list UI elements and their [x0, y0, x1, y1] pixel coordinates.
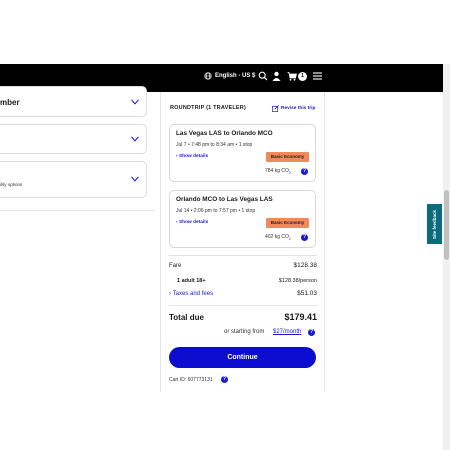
globe-icon — [204, 72, 212, 80]
accordion-panel-3[interactable] — [0, 161, 147, 198]
co2-subscript: 2 — [288, 237, 291, 241]
cart-id: Cart ID: 607773131 — [169, 377, 213, 383]
accordion-panel-1[interactable] — [0, 86, 147, 117]
adult-label: 1 adult 18+ — [177, 278, 206, 284]
accordion-panel-2[interactable] — [0, 124, 147, 154]
monthly-payment-link[interactable]: $27/month — [273, 329, 301, 335]
show-details-label: Show details — [178, 220, 209, 225]
fare-label: Fare — [169, 263, 182, 269]
info-icon[interactable]: ? — [301, 234, 308, 241]
total-due-value: $179.41 — [284, 312, 317, 322]
adult-value: $128.38/person — [278, 278, 317, 284]
fare-class-badge: Basic Economy — [266, 218, 309, 228]
divider — [169, 305, 317, 306]
flight-times: Jul 14 • 2:06 pm to 7:57 pm • 1 stop — [176, 208, 256, 214]
roundtrip-title: ROUNDTRIP (1 TRAVELER) — [170, 105, 247, 111]
total-due-label: Total due — [169, 313, 204, 322]
cart-icon[interactable] — [287, 71, 297, 81]
taxes-fees-label: Taxes and fees — [172, 291, 214, 297]
info-icon[interactable]: ? — [308, 329, 315, 336]
co2-emissions: 784 kg CO2 — [265, 168, 291, 175]
accordion-panel-3-sublabel: ility options — [0, 182, 23, 187]
show-details-link[interactable]: › Show details — [176, 154, 208, 159]
starting-from-label: or starting from — [224, 329, 265, 335]
flight-times: Jul 7 • 7:48 pm to 8:34 am • 1 stop — [176, 142, 253, 148]
continue-button[interactable]: Continue — [169, 347, 316, 368]
edit-icon — [272, 105, 279, 112]
co2-emissions: 402 kg CO2 — [265, 234, 291, 241]
site-feedback-label: Site feedback — [432, 209, 438, 239]
left-divider — [0, 210, 155, 211]
revise-trip-link[interactable]: Revise this trip — [272, 105, 315, 112]
co2-value: 784 kg CO — [265, 168, 289, 174]
info-icon[interactable]: ? — [301, 168, 308, 175]
flight-card-return: Orlando MCO to Las Vegas LAS Jul 14 • 2:… — [169, 190, 316, 248]
search-icon[interactable] — [258, 71, 268, 81]
co2-value: 402 kg CO — [265, 234, 289, 240]
co2-subscript: 2 — [288, 171, 291, 175]
user-icon[interactable] — [272, 71, 281, 81]
fare-value: $128.38 — [293, 262, 318, 269]
site-feedback-tab[interactable]: Site feedback — [427, 204, 442, 244]
menu-icon[interactable] — [313, 71, 322, 81]
show-details-link[interactable]: › Show details — [176, 220, 208, 225]
info-icon[interactable]: ? — [221, 376, 228, 383]
taxes-fees-toggle[interactable]: › Taxes and fees — [169, 291, 213, 297]
scrollbar-thumb[interactable] — [444, 190, 449, 260]
page: English - US $ 1 mber ility options Site… — [0, 0, 450, 450]
revise-trip-label: Revise this trip — [281, 106, 316, 111]
chevron-down-icon — [131, 136, 139, 142]
flight-route: Orlando MCO to Las Vegas LAS — [176, 196, 273, 203]
language-label: English - US $ — [215, 73, 256, 79]
cart-count-badge: 1 — [298, 72, 307, 81]
flight-card-outbound: Las Vegas LAS to Orlando MCO Jul 7 • 7:4… — [169, 124, 316, 182]
divider — [169, 255, 317, 256]
accordion-panel-1-label: mber — [0, 98, 20, 107]
chevron-down-icon — [131, 176, 139, 182]
show-details-label: Show details — [178, 154, 209, 159]
chevron-down-icon — [131, 99, 139, 105]
language-selector[interactable]: English - US $ — [204, 72, 255, 80]
taxes-fees-value: $51.03 — [297, 290, 317, 297]
fare-class-badge: Basic Economy — [266, 152, 309, 162]
flight-route: Las Vegas LAS to Orlando MCO — [176, 130, 273, 137]
